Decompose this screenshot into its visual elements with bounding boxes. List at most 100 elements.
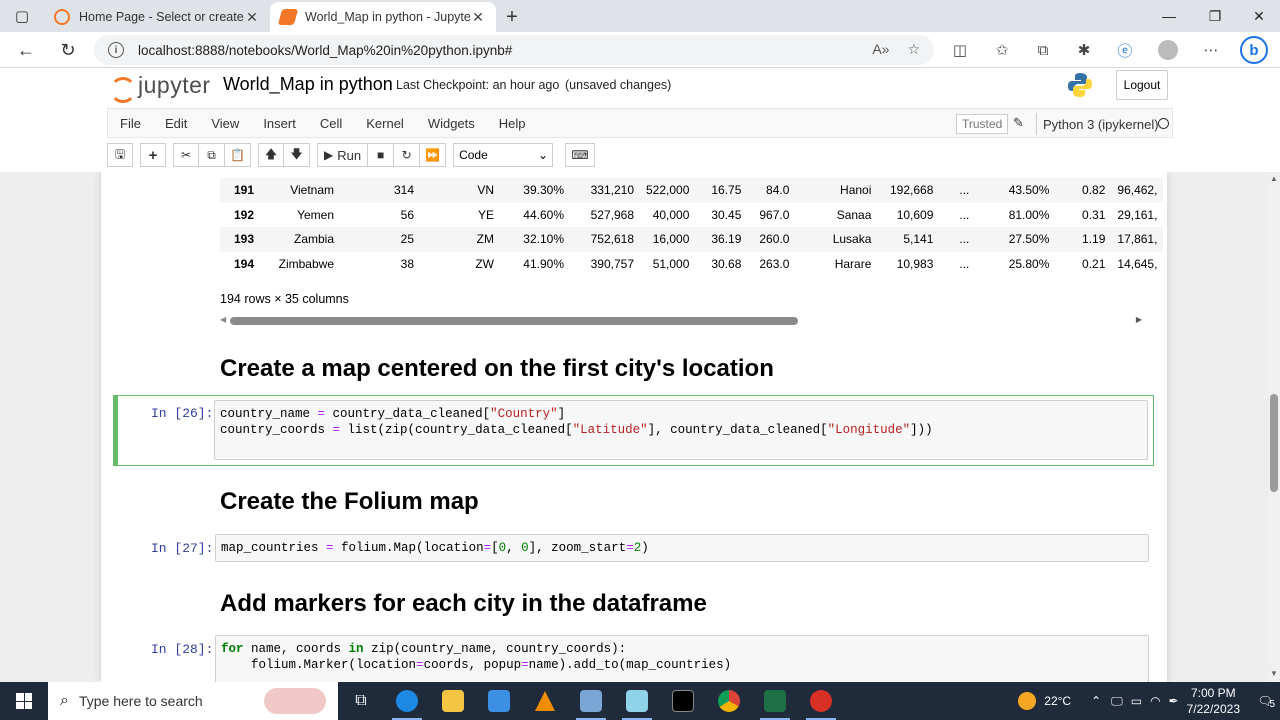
menu-widgets[interactable]: Widgets xyxy=(416,116,487,131)
taskbar-search-input[interactable]: ⌕ Type here to search xyxy=(48,682,338,720)
notepad-icon[interactable] xyxy=(614,682,660,720)
weather-temperature[interactable]: 22°C xyxy=(1044,694,1071,708)
scroll-thumb[interactable] xyxy=(230,317,798,325)
mail-icon[interactable] xyxy=(476,682,522,720)
refresh-icon[interactable]: ↻ xyxy=(50,35,86,65)
move-up-icon[interactable]: 🡅 xyxy=(258,143,284,167)
code-cell-28[interactable]: In [28]: for name, coords in zip(country… xyxy=(113,635,1154,682)
code-editor[interactable]: country_name = country_data_cleaned["Cou… xyxy=(214,400,1148,460)
jupyter-logo-icon xyxy=(110,73,136,103)
start-button[interactable] xyxy=(0,682,48,720)
profile-avatar[interactable] xyxy=(1156,38,1180,62)
pen-icon[interactable]: ✒ xyxy=(1169,694,1179,708)
url-field[interactable]: i localhost:8888/notebooks/World_Map%20i… xyxy=(94,35,934,65)
code-cell-26[interactable]: In [26]: country_name = country_data_cle… xyxy=(113,395,1154,466)
kernel-name[interactable]: Python 3 (ipykernel) xyxy=(1036,113,1159,135)
favorite-star-icon[interactable]: ☆ xyxy=(907,41,920,58)
scroll-left-icon[interactable]: ◀ xyxy=(220,315,226,324)
collections-icon[interactable]: ⧉ xyxy=(1031,38,1055,62)
table-cell: 84.0 xyxy=(747,178,796,203)
table-cell: 1.19 xyxy=(1055,227,1112,252)
table-cell: 81.00% xyxy=(1008,207,1050,222)
menu-view[interactable]: View xyxy=(199,116,251,131)
show-hidden-icons-icon[interactable]: ⌃ xyxy=(1091,694,1101,708)
cut-icon[interactable]: ✂ xyxy=(173,143,199,167)
restart-icon[interactable]: ↻ xyxy=(394,143,421,167)
paste-icon[interactable]: 📋 xyxy=(225,143,251,167)
close-tab-icon[interactable]: ✕ xyxy=(470,9,486,26)
menu-help[interactable]: Help xyxy=(487,116,538,131)
code-editor[interactable]: map_countries = folium.Map(location=[0, … xyxy=(215,534,1149,562)
info-icon[interactable]: i xyxy=(108,42,124,58)
screen-recorder-icon[interactable] xyxy=(798,682,844,720)
task-view-icon[interactable]: ⧉ xyxy=(338,682,384,720)
edge-app-icon[interactable]: ⓔ xyxy=(1113,38,1137,62)
browser-tab-home[interactable]: Home Page - Select or create a n ✕ xyxy=(44,2,270,32)
table-cell: 40,000 xyxy=(652,207,690,222)
menu-kernel[interactable]: Kernel xyxy=(354,116,416,131)
file-explorer-icon[interactable] xyxy=(430,682,476,720)
command-palette-icon[interactable]: ⌨ xyxy=(565,143,596,167)
favorites-icon[interactable]: ✩ xyxy=(990,38,1014,62)
wifi-icon[interactable]: ◠ xyxy=(1150,694,1160,708)
search-icon: ⌕ xyxy=(60,692,69,709)
run-button[interactable]: ▶ Run xyxy=(317,143,369,167)
table-cell: Lusaka xyxy=(795,227,878,252)
close-window-icon[interactable]: ✕ xyxy=(1236,0,1280,32)
code-editor[interactable]: for name, coords in zip(country_name, co… xyxy=(215,635,1149,682)
menu-edit[interactable]: Edit xyxy=(153,116,199,131)
copy-icon[interactable]: ⧉ xyxy=(199,143,225,167)
more-menu-icon[interactable]: ⋯ xyxy=(1199,38,1223,62)
battery-icon[interactable]: ▭ xyxy=(1131,694,1142,708)
scroll-down-icon[interactable]: ▼ xyxy=(1270,669,1278,678)
table-cell: 5,141 xyxy=(877,227,940,252)
code-cell-27[interactable]: In [27]: map_countries = folium.Map(loca… xyxy=(113,533,1154,563)
new-tab-button[interactable]: + xyxy=(496,2,528,32)
dataframe-table: 191 Vietnam 314 VN 39.30% 331,210 522,000 16.75… xyxy=(220,178,1164,276)
notebook-name[interactable]: World_Map in python xyxy=(223,74,393,95)
notifications-icon[interactable]: 🗨 5 xyxy=(1250,694,1280,710)
cell-type-select[interactable]: Code ⌄ xyxy=(453,143,554,167)
move-down-icon[interactable]: 🡇 xyxy=(284,143,310,167)
fast-forward-icon[interactable]: ⏩ xyxy=(420,143,447,167)
trusted-indicator[interactable]: Trusted xyxy=(956,114,1009,134)
save-icon[interactable]: 🖫 xyxy=(107,143,133,167)
table-cell: 0.31 xyxy=(1082,207,1106,222)
split-screen-icon[interactable]: ◫ xyxy=(948,38,972,62)
scroll-right-icon[interactable]: ▶ xyxy=(1136,315,1142,324)
tab-actions-icon[interactable]: ▢ xyxy=(0,0,44,32)
minimize-icon[interactable]: — xyxy=(1146,0,1192,32)
terminal-icon[interactable] xyxy=(660,682,706,720)
menu-insert[interactable]: Insert xyxy=(251,116,308,131)
chrome-icon[interactable] xyxy=(706,682,752,720)
excel-icon[interactable] xyxy=(752,682,798,720)
back-icon[interactable]: ← xyxy=(8,35,44,65)
weather-icon[interactable] xyxy=(1018,692,1037,710)
table-horizontal-scrollbar[interactable]: ◀ ▶ xyxy=(220,314,1142,326)
meet-now-icon[interactable]: 🖵 xyxy=(1111,694,1123,709)
cell-prompt: In [28]: xyxy=(151,642,214,657)
menu-cell[interactable]: Cell xyxy=(308,116,354,131)
jupyter-logo[interactable]: jupyter xyxy=(110,72,211,103)
system-clock[interactable]: 7:00 PM 7/22/2023 xyxy=(1187,685,1240,717)
scroll-thumb[interactable] xyxy=(1270,394,1278,492)
close-tab-icon[interactable]: ✕ xyxy=(244,9,260,26)
page-vertical-scrollbar[interactable]: ▲ ▼ xyxy=(1268,172,1280,682)
extensions-icon[interactable]: ✱ xyxy=(1072,38,1096,62)
insert-cell-icon[interactable]: + xyxy=(140,143,166,167)
remote-desktop-icon[interactable] xyxy=(568,682,614,720)
vlc-icon[interactable] xyxy=(522,682,568,720)
browser-tab-notebook[interactable]: World_Map in python - Jupyter N ✕ xyxy=(270,2,496,32)
menu-file[interactable]: File xyxy=(108,116,153,131)
browser-tab-bar: ▢ Home Page - Select or create a n ✕ Wor… xyxy=(0,0,1280,32)
bing-chat-icon[interactable]: b xyxy=(1240,36,1268,64)
maximize-icon[interactable]: ❐ xyxy=(1192,0,1238,32)
read-aloud-icon[interactable]: A» xyxy=(872,41,889,58)
table-cell: 314 xyxy=(340,178,420,203)
logout-button[interactable]: Logout xyxy=(1116,70,1168,100)
dataframe-shape: 194 rows × 35 columns xyxy=(220,292,349,306)
table-cell: 51,000 xyxy=(652,256,690,271)
edge-taskbar-icon[interactable] xyxy=(384,682,430,720)
stop-icon[interactable]: ■ xyxy=(368,143,395,167)
scroll-up-icon[interactable]: ▲ xyxy=(1270,174,1278,183)
